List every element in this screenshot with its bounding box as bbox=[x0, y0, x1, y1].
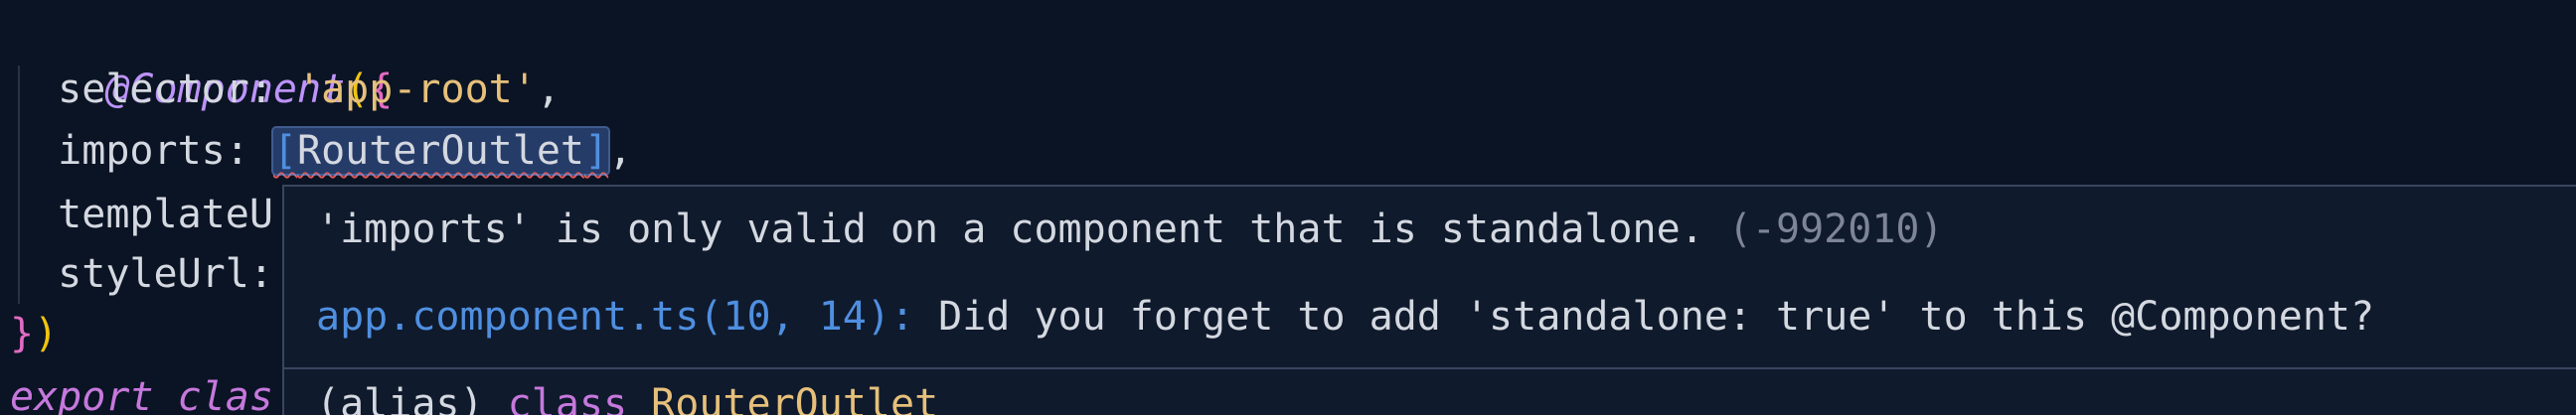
error-code: (-992010) bbox=[1727, 207, 1944, 252]
signature-keyword: class bbox=[507, 381, 628, 415]
router-outlet-token[interactable]: RouterOutlet bbox=[297, 128, 584, 174]
code-line-7: export clas bbox=[10, 367, 273, 415]
related-message-text: Did you forget to add 'standalone: true'… bbox=[914, 294, 2375, 340]
selector-value: 'app-root' bbox=[297, 67, 537, 112]
code-line-1: @Component({ bbox=[10, 0, 393, 112]
bracket-open-token: [ bbox=[272, 128, 298, 174]
tooltip-divider bbox=[284, 367, 2576, 369]
imports-array-error[interactable]: [RouterOutlet] bbox=[270, 126, 611, 176]
bracket-close-token: ] bbox=[584, 128, 609, 174]
signature-class-name: RouterOutlet bbox=[627, 381, 939, 415]
signature-prefix: (alias) bbox=[316, 381, 508, 415]
brace-close-token: } bbox=[10, 311, 35, 356]
paren-close-token: ) bbox=[34, 311, 59, 356]
imports-key: imports: bbox=[58, 128, 273, 174]
comma-token: , bbox=[608, 128, 633, 174]
comma-token: , bbox=[536, 67, 561, 112]
class-keyword-partial: clas bbox=[153, 374, 273, 415]
code-line-5: styleUrl: bbox=[10, 244, 273, 304]
template-url-key: templateU bbox=[58, 192, 273, 237]
code-line-4: templateU bbox=[10, 185, 273, 244]
code-line-6: }) bbox=[10, 304, 58, 363]
style-url-key: styleUrl: bbox=[58, 251, 273, 297]
export-keyword: export bbox=[10, 374, 154, 415]
error-message-text: 'imports' is only valid on a component t… bbox=[316, 207, 1728, 252]
hover-tooltip[interactable]: 'imports' is only valid on a component t… bbox=[282, 185, 2576, 415]
type-signature: (alias) class RouterOutlet bbox=[316, 381, 938, 415]
error-message: 'imports' is only valid on a component t… bbox=[316, 207, 1944, 252]
code-editor[interactable]: @Component({ selector: 'app-root', impor… bbox=[0, 0, 2576, 415]
related-information: app.component.ts(10, 14): Did you forget… bbox=[316, 294, 2374, 340]
code-line-2: selector: 'app-root', bbox=[10, 60, 561, 119]
selector-key: selector: bbox=[58, 67, 297, 112]
related-location-link[interactable]: app.component.ts(10, 14): bbox=[316, 294, 914, 340]
code-line-3: imports: [RouterOutlet], bbox=[10, 121, 632, 181]
